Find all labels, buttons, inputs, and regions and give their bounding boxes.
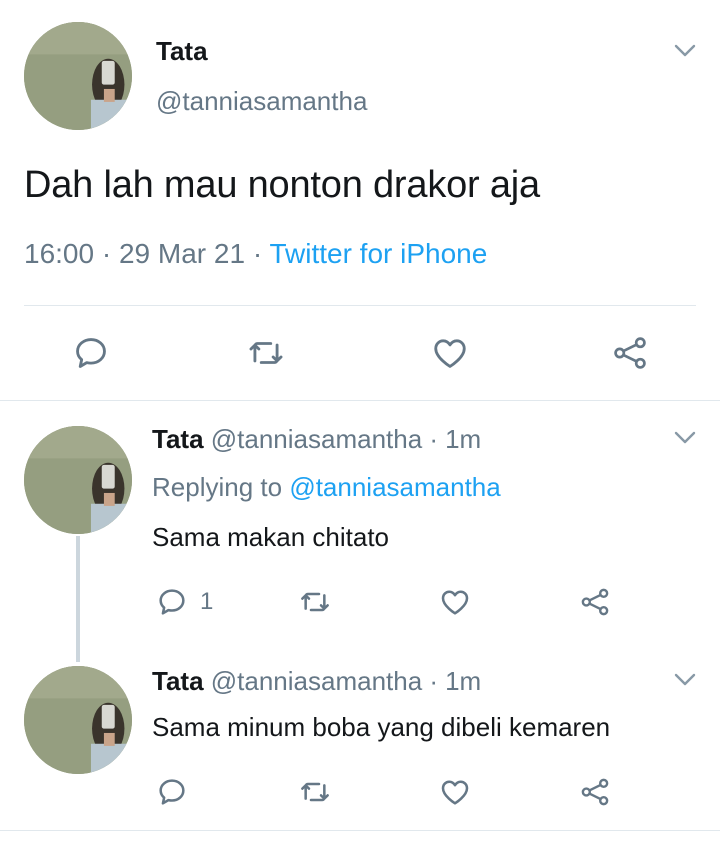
- author-handle[interactable]: @tanniasamantha: [156, 86, 367, 117]
- reply-count: 1: [200, 588, 214, 615]
- avatar-photo: [24, 666, 132, 774]
- chevron-down-icon[interactable]: [674, 431, 696, 445]
- share-icon: [581, 588, 609, 616]
- author-handle[interactable]: @tanniasamantha: [211, 666, 422, 696]
- tweet-time[interactable]: 1m: [445, 666, 481, 696]
- retweet-button[interactable]: [298, 586, 332, 618]
- tweet-source-link[interactable]: Twitter for iPhone: [269, 238, 487, 269]
- retweet-icon: [301, 592, 329, 612]
- avatar[interactable]: [24, 426, 132, 534]
- retweet-button[interactable]: [298, 776, 332, 808]
- retweet-icon: [249, 342, 283, 364]
- tweet-text: Sama makan chitato: [152, 522, 390, 552]
- reply-icon: [76, 338, 106, 368]
- reply-button[interactable]: 1: [156, 586, 213, 618]
- divider: [0, 830, 720, 831]
- like-button[interactable]: [430, 334, 470, 372]
- avatar-photo: [24, 426, 132, 534]
- heart-icon: [441, 780, 469, 805]
- share-icon: [581, 778, 609, 806]
- meta-separator: ·: [252, 238, 263, 269]
- replying-to: Replying to @tanniasamantha: [152, 472, 501, 503]
- author-name[interactable]: Tata: [156, 36, 208, 67]
- avatar[interactable]: [24, 22, 132, 130]
- mention-link[interactable]: @tanniasamantha: [289, 472, 500, 502]
- reply-button[interactable]: [156, 776, 188, 808]
- meta-separator: ·: [101, 238, 112, 269]
- chevron-down-icon[interactable]: [674, 673, 696, 687]
- reply-header: Tata @tanniasamantha · 1m: [152, 424, 481, 455]
- avatar-photo: [24, 22, 132, 130]
- divider: [0, 400, 720, 401]
- tweet-time[interactable]: 1m: [445, 424, 481, 454]
- meta-separator: ·: [429, 424, 439, 454]
- thread-line: [76, 536, 80, 662]
- divider: [24, 305, 696, 306]
- reply-icon: [159, 779, 185, 805]
- chevron-down-icon[interactable]: [674, 44, 696, 58]
- like-button[interactable]: [438, 776, 472, 808]
- tweet-time: 16:00: [24, 238, 95, 269]
- author-name[interactable]: Tata: [152, 424, 204, 454]
- tweet-meta: 16:00 · 29 Mar 21 · Twitter for iPhone: [24, 238, 487, 270]
- tweet-date: 29 Mar 21: [118, 238, 246, 269]
- tweet-text: Sama minum boba yang dibeli kemaren: [152, 712, 611, 742]
- share-button[interactable]: [610, 334, 650, 372]
- retweet-icon: [301, 782, 329, 802]
- reply-header: Tata @tanniasamantha · 1m: [152, 666, 481, 697]
- avatar[interactable]: [24, 666, 132, 774]
- replying-to-label: Replying to: [152, 472, 283, 502]
- reply-icon: [159, 589, 185, 615]
- author-handle[interactable]: @tanniasamantha: [211, 424, 422, 454]
- like-button[interactable]: [438, 586, 472, 618]
- heart-icon: [434, 339, 466, 368]
- tweet-text: Dah lah mau nonton drakor aja: [24, 164, 540, 206]
- author-name[interactable]: Tata: [152, 666, 204, 696]
- share-button[interactable]: [578, 776, 612, 808]
- heart-icon: [441, 590, 469, 615]
- reply-button[interactable]: [72, 334, 110, 372]
- share-button[interactable]: [578, 586, 612, 618]
- meta-separator: ·: [429, 666, 439, 696]
- share-icon: [614, 337, 646, 369]
- retweet-button[interactable]: [246, 334, 286, 372]
